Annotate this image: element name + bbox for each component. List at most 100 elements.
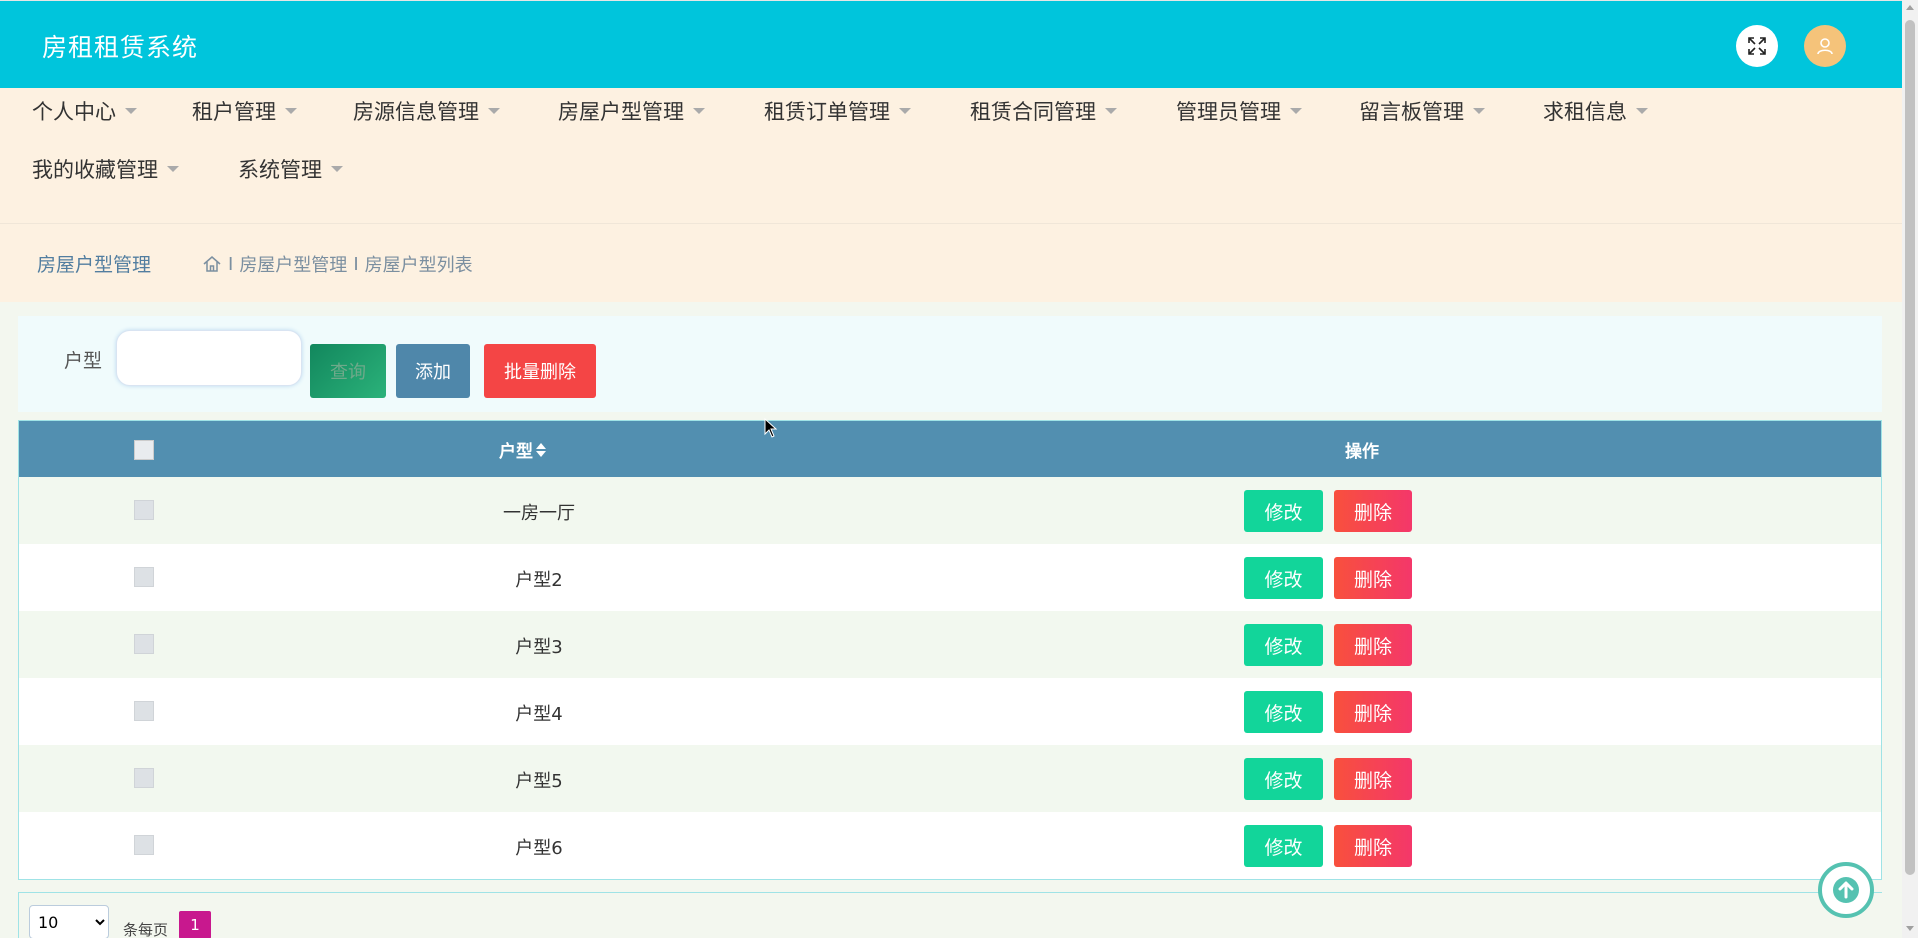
caret-down-icon <box>125 108 137 114</box>
page-size-select[interactable]: 10 <box>29 905 109 938</box>
main-menu: 个人中心 租户管理 房源信息管理 房屋户型管理 租赁订单管理 租赁合同管理 管理… <box>0 88 1902 224</box>
caret-down-icon <box>1105 108 1117 114</box>
menu-item-tenant[interactable]: 租户管理 <box>192 88 297 134</box>
page-button-current[interactable]: 1 <box>179 911 211 938</box>
edit-button[interactable]: 修改 <box>1244 490 1323 532</box>
menu-item-admin[interactable]: 管理员管理 <box>1176 88 1302 134</box>
type-cell: 户型2 <box>515 570 563 591</box>
pagination: 10 条每页 1 <box>18 892 1882 938</box>
row-checkbox[interactable] <box>134 701 154 721</box>
menu-item-label: 租赁订单管理 <box>764 100 890 124</box>
caret-down-icon <box>693 108 705 114</box>
edit-button[interactable]: 修改 <box>1244 624 1323 666</box>
breadcrumb: I 房屋户型管理 I 房屋户型列表 <box>202 251 473 277</box>
type-cell: 一房一厅 <box>503 503 575 524</box>
row-checkbox[interactable] <box>134 768 154 788</box>
per-page-label: 条每页 <box>123 921 169 938</box>
menu-item-label: 房源信息管理 <box>353 100 479 124</box>
mouse-cursor-icon <box>764 418 778 438</box>
delete-button[interactable]: 删除 <box>1334 691 1412 733</box>
caret-down-icon <box>1636 108 1648 114</box>
table-row: 一房一厅 修改 删除 <box>19 477 1881 544</box>
breadcrumb-item-house-type[interactable]: 房屋户型管理 <box>239 251 347 277</box>
delete-button[interactable]: 删除 <box>1334 490 1412 532</box>
arrow-up-icon <box>1833 877 1859 903</box>
home-icon[interactable] <box>202 254 222 274</box>
caret-down-icon <box>488 108 500 114</box>
delete-button[interactable]: 删除 <box>1334 557 1412 599</box>
table-row: 户型6 修改 删除 <box>19 812 1881 879</box>
table-row: 户型4 修改 删除 <box>19 678 1881 745</box>
page: 房租租赁系统 个人中心 租户管理 房源信息管理 房屋户型管理 租赁订单管理 租赁… <box>0 0 1902 938</box>
edit-button[interactable]: 修改 <box>1244 691 1323 733</box>
page-title: 房屋户型管理 <box>37 254 152 276</box>
breadcrumb-item-house-type-list: 房屋户型列表 <box>364 255 473 276</box>
menu-item-personal-center[interactable]: 个人中心 <box>32 88 137 134</box>
row-checkbox[interactable] <box>134 500 154 520</box>
edit-button[interactable]: 修改 <box>1244 825 1323 867</box>
back-to-top-button[interactable] <box>1818 862 1874 918</box>
menu-item-house-source[interactable]: 房源信息管理 <box>353 88 500 134</box>
query-button[interactable]: 查询 <box>310 344 386 398</box>
menu-item-label: 个人中心 <box>32 100 116 124</box>
column-header-label: 户型 <box>499 442 533 462</box>
table-row: 户型2 修改 删除 <box>19 544 1881 611</box>
expand-icon <box>1748 37 1766 55</box>
caret-down-icon <box>331 166 343 172</box>
type-cell: 户型5 <box>515 771 563 792</box>
menu-item-label: 房屋户型管理 <box>558 100 684 124</box>
menu-item-label: 求租信息 <box>1543 100 1627 124</box>
menu-item-label: 管理员管理 <box>1176 100 1281 124</box>
menu-item-label: 我的收藏管理 <box>32 158 158 182</box>
row-checkbox[interactable] <box>134 835 154 855</box>
table-header: 户型 操作 <box>19 421 1881 477</box>
scroll-up-icon[interactable] <box>1906 5 1914 10</box>
column-header-type[interactable]: 户型 <box>499 437 546 462</box>
app-title: 房租租赁系统 <box>42 33 199 62</box>
menu-item-label: 租户管理 <box>192 100 276 124</box>
breadcrumb-bar: 房屋户型管理 I 房屋户型管理 I 房屋户型列表 <box>0 224 1902 302</box>
row-checkbox[interactable] <box>134 567 154 587</box>
menu-item-message-board[interactable]: 留言板管理 <box>1359 88 1485 134</box>
select-all-checkbox[interactable] <box>134 440 154 460</box>
user-icon <box>1817 38 1833 55</box>
menu-item-label: 租赁合同管理 <box>970 100 1096 124</box>
user-avatar-button[interactable] <box>1804 25 1846 67</box>
search-panel: 户型 查询 添加 批量删除 <box>18 316 1882 412</box>
type-cell: 户型4 <box>515 704 563 725</box>
bulk-delete-button[interactable]: 批量删除 <box>484 344 596 398</box>
search-label: 户型 <box>64 350 103 372</box>
menu-item-label: 系统管理 <box>238 158 322 182</box>
table-row: 户型3 修改 删除 <box>19 611 1881 678</box>
house-type-search-input[interactable] <box>116 330 302 386</box>
column-header-actions: 操作 <box>1345 442 1379 462</box>
scrollbar-thumb[interactable] <box>1905 20 1915 875</box>
delete-button[interactable]: 删除 <box>1334 624 1412 666</box>
caret-down-icon <box>167 166 179 172</box>
delete-button[interactable]: 删除 <box>1334 825 1412 867</box>
vertical-scrollbar[interactable] <box>1902 0 1918 938</box>
menu-item-rent-request[interactable]: 求租信息 <box>1543 88 1648 134</box>
edit-button[interactable]: 修改 <box>1244 557 1323 599</box>
fullscreen-button[interactable] <box>1736 25 1778 67</box>
menu-item-system[interactable]: 系统管理 <box>238 146 343 192</box>
edit-button[interactable]: 修改 <box>1244 758 1323 800</box>
menu-item-label: 留言板管理 <box>1359 100 1464 124</box>
menu-item-house-type[interactable]: 房屋户型管理 <box>558 88 705 134</box>
caret-down-icon <box>1473 108 1485 114</box>
menu-item-favorites[interactable]: 我的收藏管理 <box>32 146 179 192</box>
delete-button[interactable]: 删除 <box>1334 758 1412 800</box>
menu-item-rental-contract[interactable]: 租赁合同管理 <box>970 88 1117 134</box>
sort-icon[interactable] <box>536 442 546 458</box>
house-type-table: 户型 操作 一房一厅 修改 删除 户型2 修改 删除 户型3 修改 删除 户型4… <box>18 420 1882 880</box>
caret-down-icon <box>1290 108 1302 114</box>
breadcrumb-separator: I <box>353 253 359 275</box>
caret-down-icon <box>899 108 911 114</box>
row-checkbox[interactable] <box>134 634 154 654</box>
scroll-down-icon[interactable] <box>1906 926 1914 931</box>
caret-down-icon <box>285 108 297 114</box>
add-button[interactable]: 添加 <box>396 344 470 398</box>
menu-item-rental-order[interactable]: 租赁订单管理 <box>764 88 911 134</box>
type-cell: 户型6 <box>515 838 563 859</box>
breadcrumb-separator: I <box>228 253 234 275</box>
